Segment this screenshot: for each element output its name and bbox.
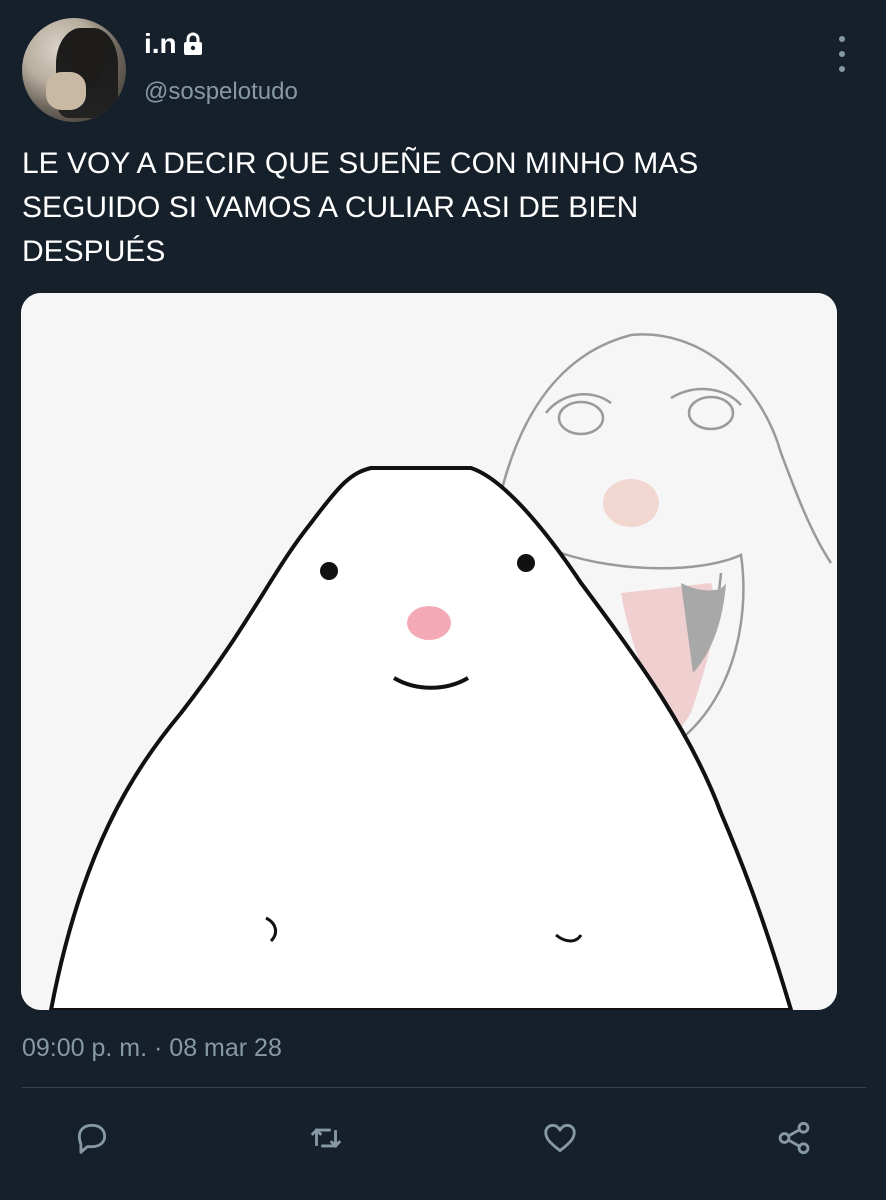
retweet-icon bbox=[310, 1128, 342, 1148]
retweet-button[interactable] bbox=[304, 1116, 348, 1160]
display-name-row[interactable]: i.n bbox=[144, 28, 203, 60]
tweet-timestamp[interactable]: 09:00 p. m. · 08 mar 28 bbox=[22, 1034, 282, 1063]
divider bbox=[22, 1087, 866, 1088]
like-button[interactable] bbox=[538, 1116, 582, 1160]
avatar[interactable] bbox=[22, 18, 126, 122]
reply-icon bbox=[77, 1123, 107, 1154]
lock-icon bbox=[183, 32, 202, 55]
tweet-media-image[interactable] bbox=[21, 293, 837, 1010]
avatar-arm bbox=[46, 72, 86, 110]
reply-button[interactable] bbox=[70, 1116, 114, 1160]
user-handle[interactable]: @sospelotudo bbox=[144, 78, 298, 106]
share-button[interactable] bbox=[772, 1116, 816, 1160]
heart-icon bbox=[544, 1123, 576, 1153]
more-options-icon[interactable] bbox=[830, 36, 854, 72]
meme-image bbox=[21, 293, 837, 1010]
share-icon bbox=[778, 1121, 810, 1155]
tweet-text: LE VOY A DECIR QUE SUEÑE CON MINHO MAS S… bbox=[22, 147, 699, 268]
display-name[interactable]: i.n bbox=[144, 28, 177, 60]
